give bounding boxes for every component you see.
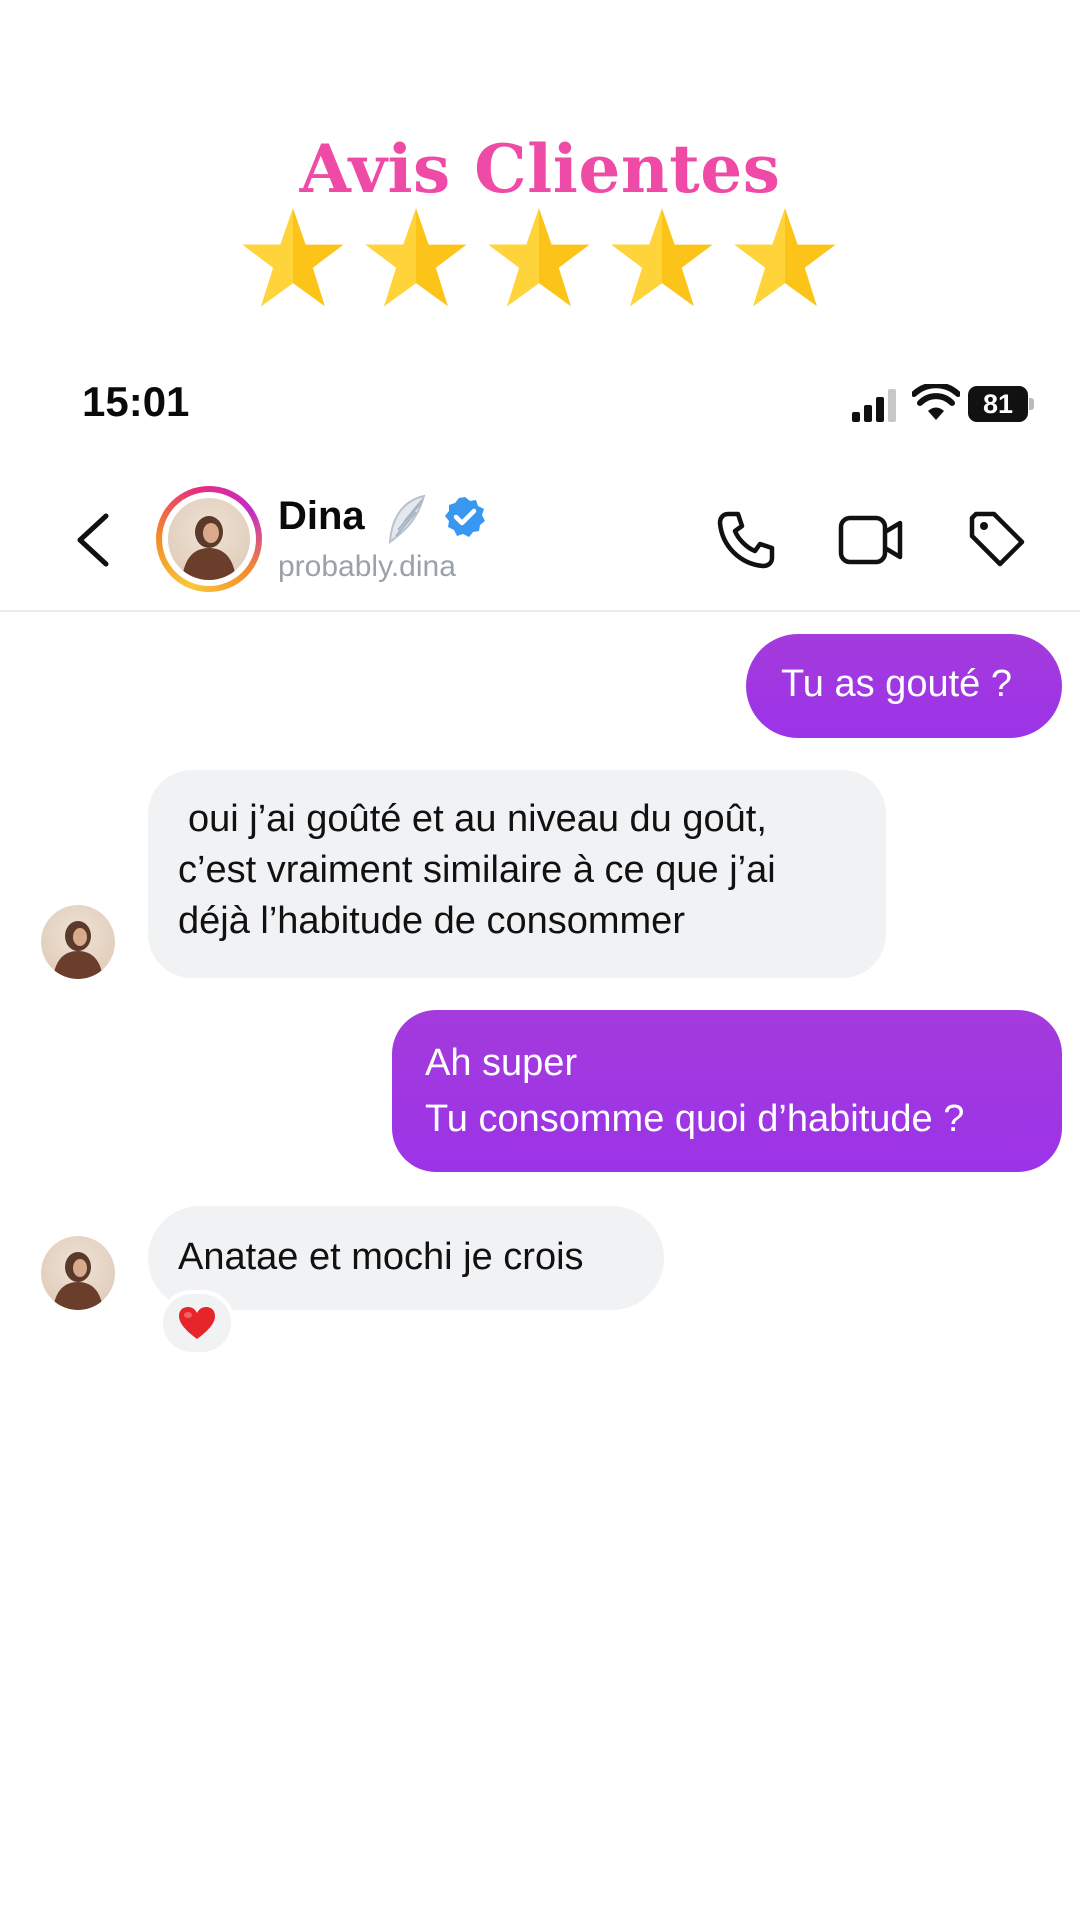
message-outgoing[interactable]: Ah super Tu consomme quoi d’habitude ? [392, 1010, 1062, 1172]
message-text: Tu as gouté ? [781, 663, 1012, 705]
message-text: Tu consomme quoi d’habitude ? [425, 1098, 965, 1140]
battery-level: 81 [968, 386, 1028, 422]
wifi-icon [912, 384, 960, 420]
message-reaction[interactable] [159, 1290, 235, 1356]
status-time: 15:01 [82, 378, 190, 425]
message-text: oui j’ai goûté et au niveau du goût, [188, 798, 767, 840]
wing-icon [388, 494, 426, 545]
person-photo-icon [53, 1252, 103, 1310]
person-photo-icon [53, 921, 103, 979]
header-divider [0, 610, 1080, 612]
rating-stars [238, 205, 842, 315]
video-camera-icon[interactable] [838, 514, 904, 566]
message-text: c’est vraiment similaire à ce que j’ai [178, 849, 776, 891]
message-text: Ah super [425, 1042, 578, 1084]
chevron-left-icon[interactable] [72, 510, 116, 570]
header-avatar[interactable] [156, 486, 262, 592]
avatar[interactable] [41, 905, 115, 979]
cellular-signal-icon [852, 389, 896, 422]
contact-name[interactable]: Dina [278, 494, 365, 539]
battery-icon: 81 [968, 386, 1034, 422]
message-outgoing[interactable]: Tu as gouté ? [746, 634, 1062, 738]
message-text: déjà l’habitude de consommer [178, 900, 685, 942]
person-photo-icon [182, 516, 236, 580]
message-text: Anatae et mochi je crois [178, 1236, 584, 1278]
heart-icon [179, 1307, 215, 1339]
message-incoming[interactable]: Anatae et mochi je crois [148, 1206, 664, 1310]
tag-icon[interactable] [966, 508, 1028, 570]
verified-badge-icon [445, 497, 485, 537]
promo-title: Avis Clientes [299, 130, 781, 208]
message-incoming[interactable]: oui j’ai goûté et au niveau du goût, c’e… [148, 770, 886, 978]
star-icon [611, 208, 713, 307]
contact-username: probably.dina [278, 550, 456, 583]
phone-icon[interactable] [714, 508, 778, 572]
avatar [168, 498, 250, 580]
star-icon [365, 208, 467, 307]
star-icon [734, 208, 836, 307]
battery-cap [1029, 398, 1034, 410]
star-icon [242, 208, 344, 307]
star-icon [488, 208, 590, 307]
avatar[interactable] [41, 1236, 115, 1310]
